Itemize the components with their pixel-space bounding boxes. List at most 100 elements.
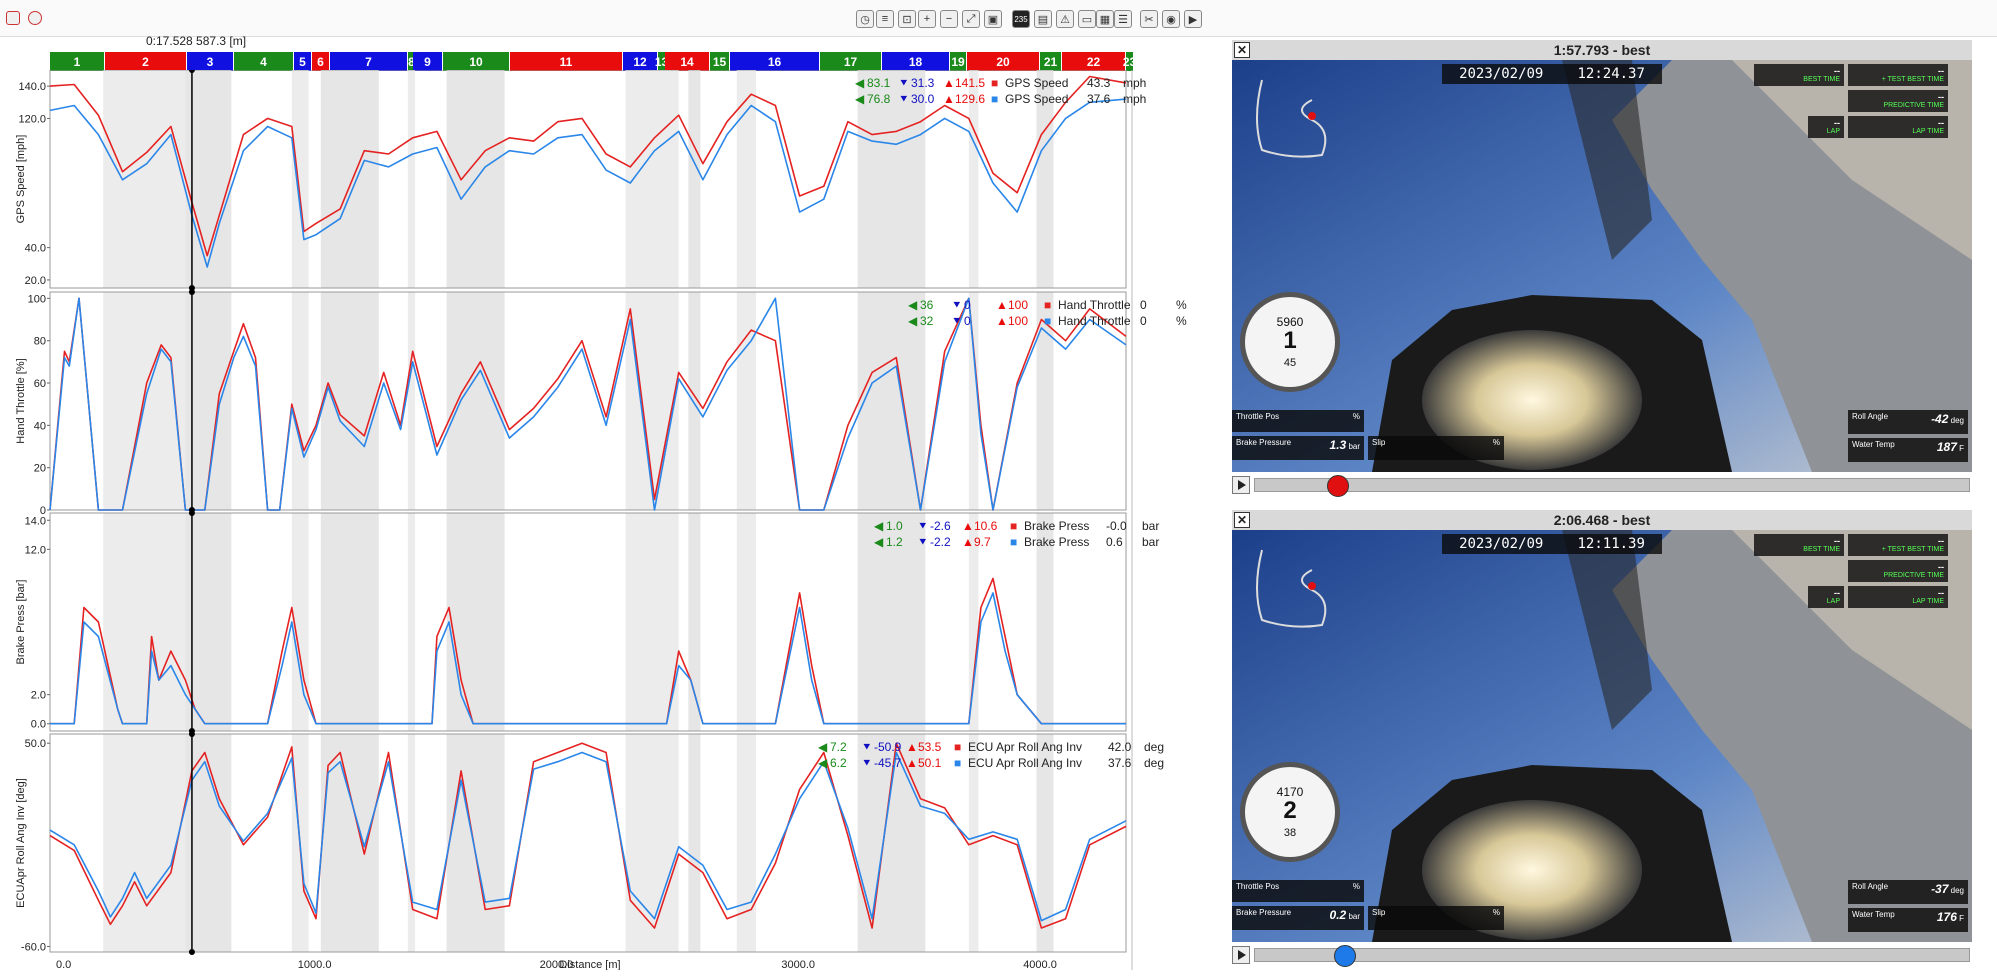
play-icon[interactable] — [1232, 476, 1250, 494]
toolbar-list-icon[interactable]: ☰ — [1114, 10, 1132, 28]
close-icon[interactable]: ✕ — [1234, 42, 1250, 58]
zoom-out-icon[interactable]: − — [940, 10, 958, 28]
hud-slip: Slip % — [1368, 906, 1504, 930]
shaded-sector-range — [103, 734, 186, 952]
hud-roll-angle: Roll Angle -37 deg — [1848, 880, 1968, 904]
sector-21[interactable]: 21 — [1040, 52, 1062, 71]
sector-17[interactable]: 17 — [820, 52, 882, 71]
toolbar-record-icon[interactable] — [28, 11, 42, 25]
toolbar-chart-icon[interactable]: ▤ — [1034, 10, 1052, 28]
video-datetime: 2023/02/09 12:11.39 — [1442, 534, 1662, 554]
series-swatch: ■ — [991, 92, 999, 106]
sector-11[interactable]: 11 — [510, 52, 623, 71]
toolbar-window-icon[interactable]: ▭ — [1078, 10, 1096, 28]
sector-20[interactable]: 20 — [967, 52, 1040, 71]
sector-5[interactable]: 5 — [294, 52, 312, 71]
toolbar-badge[interactable]: 235 — [1012, 10, 1030, 28]
zoom-fit-icon[interactable]: ⤢ — [962, 10, 980, 28]
sector-15[interactable]: 15 — [710, 52, 730, 71]
rpm-gauge: 5960 1 45 — [1240, 292, 1340, 392]
legend-value: 43.3 — [1087, 76, 1111, 90]
video-export-icon[interactable]: ▶ — [1184, 10, 1202, 28]
sector-2[interactable]: 2 — [105, 52, 187, 71]
sector-bar: 1 2 3 4 5 6 7 8 9 10 11 12 13 14 15 16 17 18 19 20 21 22 23 — [50, 52, 1136, 71]
series-swatch: ■ — [1044, 314, 1052, 328]
play-icon[interactable] — [1232, 946, 1250, 964]
legend-unit: mph — [1123, 76, 1147, 90]
legend-unit: % — [1176, 298, 1187, 312]
min-icon: ⯆ — [918, 535, 928, 549]
video-date: 2023/02/09 — [1459, 66, 1544, 82]
ruler-icon[interactable]: ≡ — [876, 10, 894, 28]
toolbar-warning-icon[interactable]: ⚠ — [1056, 10, 1074, 28]
sector-16[interactable]: 16 — [730, 52, 820, 71]
min-left-icon: ◀ — [908, 314, 918, 328]
toolbar-layout-icon[interactable]: ▦ — [1096, 10, 1114, 28]
sector-1[interactable]: 1 — [50, 52, 105, 71]
y-tick-label: 20.0 — [25, 275, 46, 287]
shaded-sector-range — [407, 70, 416, 288]
max-icon: ▲ — [962, 535, 974, 549]
video-lap-title: 2:06.468 - best — [1553, 512, 1651, 528]
min-left-icon: ◀ — [874, 519, 884, 533]
legend-series-name: GPS Speed — [1005, 92, 1069, 106]
toolbar-pencil-icon[interactable] — [6, 11, 20, 25]
close-icon[interactable]: ✕ — [1234, 512, 1250, 528]
scissors-icon[interactable]: ✂ — [1140, 10, 1158, 28]
legend-min-left: 6.2 — [830, 756, 847, 770]
scrubber-knob[interactable] — [1334, 945, 1356, 967]
min-left-icon: ◀ — [874, 535, 884, 549]
legend-min-left: 1.0 — [886, 519, 903, 533]
legend-unit: mph — [1123, 92, 1147, 106]
legend-unit: % — [1176, 314, 1187, 328]
legend-value: 0.6 — [1106, 535, 1123, 549]
zoom-in-icon[interactable]: + — [918, 10, 936, 28]
hud-throttle-pos: Throttle Pos % — [1232, 880, 1364, 902]
sector-7[interactable]: 7 — [330, 52, 408, 71]
onboard-video[interactable]: 2023/02/09 12:11.39 -- BEST TIME -- + TEST… — [1232, 530, 1972, 942]
video-scrubber[interactable] — [1254, 945, 1970, 967]
sector-14[interactable]: 14 — [665, 52, 710, 71]
zoom-box-icon[interactable]: ⊡ — [898, 10, 916, 28]
video-datetime: 2023/02/09 12:24.37 — [1442, 64, 1662, 84]
sector-3[interactable]: 3 — [187, 52, 234, 71]
hud-best-time: -- BEST TIME — [1754, 534, 1844, 556]
y-axis-label: GPS Speed [mph] — [15, 135, 27, 224]
series-swatch: ■ — [1044, 298, 1052, 312]
onboard-video[interactable]: 2023/02/09 12:24.37 -- BEST TIME -- + TEST… — [1232, 60, 1972, 472]
sector-23[interactable]: 23 — [1123, 52, 1136, 71]
shaded-sector-range — [320, 513, 379, 731]
legend-max: 141.5 — [955, 76, 986, 90]
sector-22[interactable]: 22 — [1062, 52, 1126, 71]
sector-6[interactable]: 6 — [312, 52, 330, 71]
hud-lap-time: -- LAP TIME — [1848, 586, 1948, 608]
min-left-icon: ◀ — [818, 740, 828, 754]
shaded-sector-range — [291, 70, 309, 288]
hud-lap-time: -- LAP TIME — [1848, 116, 1948, 138]
speed-value: 45 — [1283, 357, 1297, 369]
sector-12[interactable]: 12 — [623, 52, 658, 71]
toolbar-square-icon[interactable]: ▣ — [984, 10, 1002, 28]
max-icon: ▲ — [962, 519, 974, 533]
max-icon: ▲ — [943, 76, 955, 90]
legend-min: -50.9 — [874, 740, 902, 754]
series-swatch: ■ — [991, 76, 999, 90]
scrubber-knob[interactable] — [1327, 475, 1349, 497]
sector-9[interactable]: 9 — [413, 52, 443, 71]
stopwatch-icon[interactable]: ◷ — [856, 10, 874, 28]
sector-10[interactable]: 10 — [443, 52, 510, 71]
legend-max: 10.6 — [974, 519, 998, 533]
shaded-sector-range — [625, 734, 679, 952]
cursor-handle — [188, 289, 195, 295]
legend-value: 42.0 — [1108, 740, 1132, 754]
video-scrubber[interactable] — [1254, 475, 1970, 497]
sector-18[interactable]: 18 — [882, 52, 950, 71]
shaded-sector-range — [291, 292, 309, 510]
camera-icon[interactable]: ◉ — [1162, 10, 1180, 28]
shaded-sector-range — [688, 734, 701, 952]
min-icon: ⯆ — [952, 314, 962, 328]
sector-4[interactable]: 4 — [234, 52, 294, 71]
sector-19[interactable]: 19 — [950, 52, 967, 71]
video-time: 12:24.37 — [1577, 66, 1645, 82]
min-left-icon: ◀ — [855, 76, 865, 90]
